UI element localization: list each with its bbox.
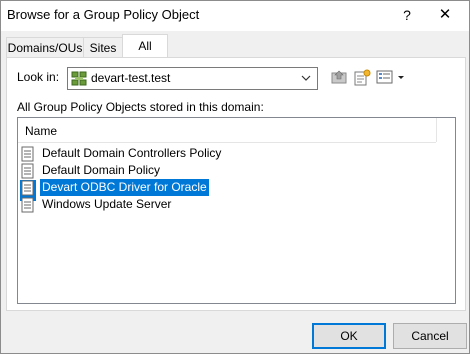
column-label: Name [25,124,58,138]
look-in-label: Look in: [17,70,60,84]
browse-gpo-dialog: Browse for a Group Policy Object ? ✕ Dom… [0,0,470,354]
tab-domains-ous[interactable]: Domains/OUs [6,37,84,58]
tab-label: Domains/OUs [7,41,83,55]
view-menu-icon[interactable] [376,69,406,88]
tab-sites[interactable]: Sites [83,37,123,58]
new-gpo-icon[interactable] [353,69,371,90]
tab-label: Sites [89,41,117,55]
gpo-icon [20,197,36,218]
chevron-down-icon[interactable] [301,69,311,90]
help-button[interactable]: ? [394,4,420,26]
cancel-button[interactable]: Cancel [393,323,467,349]
tab-all[interactable]: All [122,34,168,58]
close-button[interactable]: ✕ [432,4,458,26]
look-in-combobox[interactable]: devart-test.test [67,67,318,90]
list-item-label: Default Domain Controllers Policy [42,146,222,160]
dialog-title: Browse for a Group Policy Object [7,7,200,22]
domain-icon [71,71,87,89]
look-in-value: devart-test.test [91,71,171,85]
list-item-label: Default Domain Policy [42,163,161,177]
list-caption: All Group Policy Objects stored in this … [17,100,264,114]
list-item-label: Devart ODBC Driver for Oracle [40,179,209,196]
gpo-list[interactable]: Name Default Domain Controllers Policy D… [17,117,456,304]
up-one-level-icon[interactable] [331,69,347,88]
title-bar: Browse for a Group Policy Object ? ✕ [1,1,469,31]
ok-button[interactable]: OK [312,323,386,349]
tab-label: All [138,39,152,53]
column-divider[interactable] [436,118,437,142]
list-item-label: Windows Update Server [42,197,172,211]
name-column-header[interactable]: Name [18,118,436,143]
